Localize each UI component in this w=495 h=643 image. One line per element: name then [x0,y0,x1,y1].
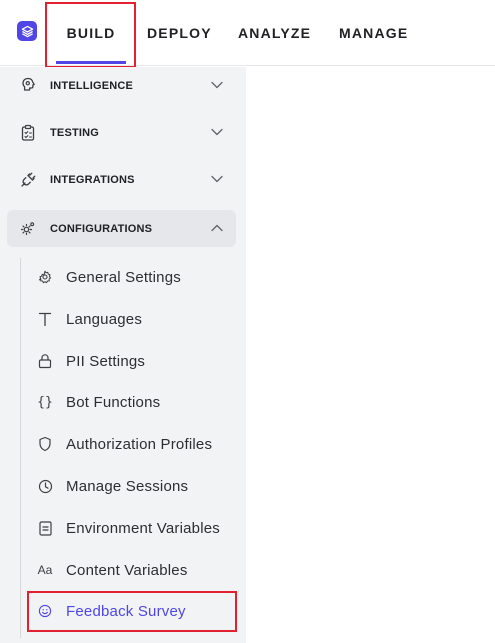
sidebar-section-label: TESTING [50,126,100,139]
shield-icon [36,435,54,453]
menu-item-authorization-profiles[interactable]: Authorization Profiles [28,425,246,463]
tab-build-label: BUILD [66,25,116,41]
sidebar-section-label: CONFIGURATIONS [50,222,153,235]
sidebar-section-integrations[interactable]: INTEGRATIONS [7,161,236,198]
menu-item-content-variables[interactable]: Aa Content Variables [28,551,246,589]
menu-item-label: General Settings [66,268,181,286]
menu-item-manage-sessions[interactable]: Manage Sessions [28,467,246,505]
braces-icon: {} [37,394,53,410]
tab-analyze[interactable]: ANALYZE [238,0,311,66]
tab-deploy[interactable]: DEPLOY [147,0,212,66]
top-navigation-bar: BUILD DEPLOY ANALYZE MANAGE [0,0,495,66]
tab-deploy-label: DEPLOY [147,25,212,41]
document-icon [36,519,54,537]
sidebar-section-intelligence[interactable]: INTELLIGENCE [7,67,236,104]
tab-build[interactable]: BUILD [47,0,135,66]
gear-icon [36,268,54,286]
chevron-down-icon [211,175,223,183]
plug-icon [21,172,36,187]
active-tab-indicator [56,61,126,64]
sidebar-section-label: INTEGRATIONS [50,173,135,186]
tab-manage[interactable]: MANAGE [339,0,408,66]
menu-item-pii-settings[interactable]: PII Settings [28,342,246,380]
menu-item-label: PII Settings [66,352,146,370]
clipboard-icon [21,124,35,141]
app-logo-icon[interactable] [17,21,37,41]
sidebar-section-label: INTELLIGENCE [50,79,134,92]
menu-item-languages[interactable]: Languages [28,300,246,338]
chevron-up-icon [211,224,223,232]
menu-item-label: Manage Sessions [66,477,189,495]
menu-item-label: Languages [66,310,143,328]
menu-item-feedback-survey[interactable]: Feedback Survey [28,592,246,630]
menu-item-general-settings[interactable]: General Settings [28,258,246,296]
menu-item-label: Authorization Profiles [66,435,213,453]
menu-item-label: Bot Functions [66,393,161,411]
tab-manage-label: MANAGE [339,25,409,41]
smile-icon [36,602,54,620]
chevron-down-icon [211,81,223,89]
lock-icon [36,352,54,370]
submenu-guide-line [20,258,21,638]
menu-item-label: Feedback Survey [66,602,186,620]
menu-item-environment-variables[interactable]: Environment Variables [28,509,246,547]
tab-analyze-label: ANALYZE [238,25,312,41]
menu-item-label: Environment Variables [66,519,220,537]
gears-icon [20,222,35,236]
sidebar-section-testing[interactable]: TESTING [7,114,236,151]
sidebar-section-configurations[interactable]: CONFIGURATIONS [7,210,236,247]
clock-icon [36,477,54,495]
menu-item-label: Content Variables [66,561,188,579]
text-icon [36,310,54,328]
menu-item-bot-functions[interactable]: {} Bot Functions [28,383,246,421]
brain-icon [22,77,35,91]
font-icon: Aa [37,563,53,577]
chevron-down-icon [211,128,223,136]
